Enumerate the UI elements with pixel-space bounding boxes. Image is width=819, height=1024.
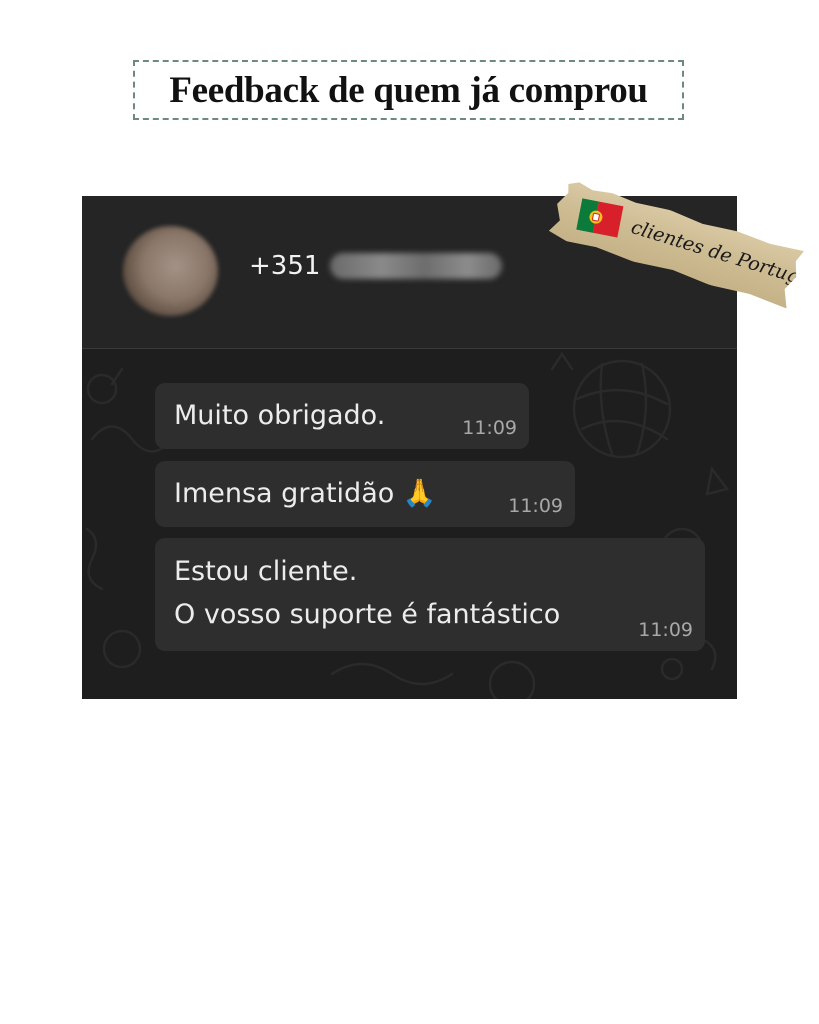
message-text: Muito obrigado. bbox=[174, 400, 386, 431]
message-bubble[interactable]: Imensa gratidão 🙏 11:09 bbox=[155, 461, 575, 527]
page-title: Feedback de quem já comprou bbox=[133, 60, 684, 120]
contact-name[interactable]: +351 bbox=[249, 251, 503, 281]
chat-screenshot: +351 Muito obrigado. 11:09 Imensa gratid… bbox=[82, 196, 737, 699]
message-bubble[interactable]: Estou cliente. O vosso suporte é fantást… bbox=[155, 538, 705, 651]
blurred-number bbox=[330, 253, 503, 279]
avatar[interactable] bbox=[123, 226, 218, 316]
message-text: Imensa gratidão 🙏 bbox=[174, 478, 437, 509]
contact-number: +351 bbox=[249, 251, 321, 281]
message-text: Estou cliente. O vosso suporte é fantást… bbox=[174, 556, 561, 630]
message-time: 11:09 bbox=[462, 417, 517, 439]
chat-messages: Muito obrigado. 11:09 Imensa gratidão 🙏 … bbox=[82, 349, 737, 699]
message-bubble[interactable]: Muito obrigado. 11:09 bbox=[155, 383, 529, 449]
testimonial-page: Feedback de quem já comprou +351 Muito o… bbox=[0, 0, 819, 1024]
message-time: 11:09 bbox=[508, 495, 563, 517]
portugal-flag-icon bbox=[576, 198, 623, 237]
message-time: 11:09 bbox=[638, 619, 693, 641]
